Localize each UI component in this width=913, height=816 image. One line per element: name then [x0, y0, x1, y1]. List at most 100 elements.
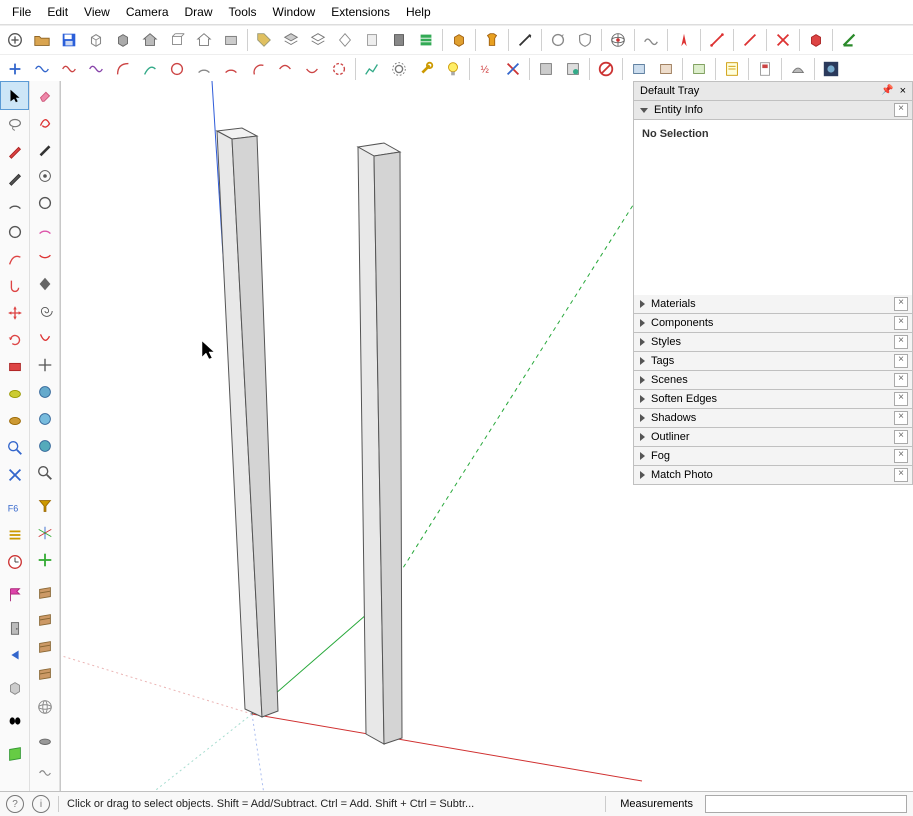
box4-icon[interactable] — [218, 27, 244, 53]
tool-cube-icon[interactable] — [1, 674, 28, 701]
tool-arrows-icon[interactable] — [31, 351, 58, 378]
panel-close-icon[interactable]: × — [894, 335, 908, 349]
panel-materials[interactable]: Materials× — [633, 295, 913, 314]
wave3-icon[interactable] — [83, 56, 109, 82]
circle-icon[interactable] — [164, 56, 190, 82]
tool-zoom2-icon[interactable] — [31, 459, 58, 486]
tool-arc3-icon[interactable] — [31, 243, 58, 270]
panel-scenes[interactable]: Scenes× — [633, 371, 913, 390]
line-red2-icon[interactable] — [737, 27, 763, 53]
tool-blackdots-icon[interactable] — [1, 707, 28, 734]
tool-diamond-icon[interactable] — [31, 270, 58, 297]
tool-wood3-icon[interactable] — [31, 633, 58, 660]
measurements-input[interactable] — [705, 795, 907, 813]
tool-lines-icon[interactable] — [1, 521, 28, 548]
bulb-icon[interactable] — [440, 56, 466, 82]
info-icon[interactable]: i — [32, 795, 50, 813]
box2-icon[interactable] — [110, 27, 136, 53]
add-detail-icon[interactable] — [2, 27, 28, 53]
ext5-icon[interactable] — [686, 56, 712, 82]
menu-extensions[interactable]: Extensions — [323, 3, 398, 21]
eraser-icon[interactable] — [31, 81, 58, 108]
angle-green-icon[interactable] — [836, 27, 862, 53]
menu-view[interactable]: View — [76, 3, 118, 21]
arc6-icon[interactable] — [326, 56, 352, 82]
tool-spiral-icon[interactable] — [31, 297, 58, 324]
layers-icon[interactable] — [278, 27, 304, 53]
shield-icon[interactable] — [572, 27, 598, 53]
panel-close-icon[interactable]: × — [894, 354, 908, 368]
stripes-icon[interactable] — [413, 27, 439, 53]
menu-help[interactable]: Help — [398, 3, 439, 21]
graph-icon[interactable] — [359, 56, 385, 82]
box3-icon[interactable] — [164, 27, 190, 53]
tray-title-bar[interactable]: Default Tray 📌 × — [633, 81, 913, 101]
house-icon[interactable] — [137, 27, 163, 53]
tool-funnel-icon[interactable] — [31, 492, 58, 519]
plus-icon[interactable] — [2, 56, 28, 82]
zx-icon[interactable] — [500, 56, 526, 82]
tool-pencil3-icon[interactable] — [31, 135, 58, 162]
page-icon[interactable] — [752, 56, 778, 82]
panel-outliner[interactable]: Outliner× — [633, 428, 913, 447]
menu-edit[interactable]: Edit — [39, 3, 76, 21]
curve2-icon[interactable] — [137, 56, 163, 82]
panel-close-icon[interactable]: × — [894, 468, 908, 482]
sheet-icon[interactable] — [359, 27, 385, 53]
tool-rect-icon[interactable] — [1, 353, 28, 380]
menu-file[interactable]: File — [4, 3, 39, 21]
tool-flag-icon[interactable] — [1, 581, 28, 608]
arc4-icon[interactable] — [272, 56, 298, 82]
menu-camera[interactable]: Camera — [118, 3, 177, 21]
tool-globe2-icon[interactable] — [31, 405, 58, 432]
layers2-icon[interactable] — [305, 27, 331, 53]
tool-cross-icon[interactable] — [1, 461, 28, 488]
open-icon[interactable] — [29, 27, 55, 53]
tool-wood2-icon[interactable] — [31, 606, 58, 633]
tool-wood4-icon[interactable] — [31, 660, 58, 687]
select-tool-icon[interactable] — [0, 81, 29, 110]
ext2-icon[interactable] — [560, 56, 586, 82]
compass-icon[interactable] — [671, 27, 697, 53]
tool-globe-icon[interactable] — [31, 378, 58, 405]
menu-window[interactable]: Window — [265, 3, 324, 21]
wave2-icon[interactable] — [56, 56, 82, 82]
tool-axes-icon[interactable] — [31, 519, 58, 546]
tool-door-icon[interactable] — [1, 614, 28, 641]
panel-close-icon[interactable]: × — [894, 103, 908, 117]
tool-lasso-icon[interactable] — [1, 110, 28, 137]
tool-move-icon[interactable] — [1, 299, 28, 326]
panel-close-icon[interactable]: × — [894, 373, 908, 387]
tool-wood1-icon[interactable] — [31, 579, 58, 606]
tool-swirl-icon[interactable] — [31, 108, 58, 135]
panel-close-icon[interactable]: × — [894, 449, 908, 463]
tool-circ2-icon[interactable] — [31, 189, 58, 216]
panel-close-icon[interactable]: × — [894, 430, 908, 444]
arc1-icon[interactable] — [191, 56, 217, 82]
tool-zoom-icon[interactable] — [1, 434, 28, 461]
pin-icon[interactable]: 📌 — [881, 82, 893, 100]
tool-swirl2-icon[interactable] — [31, 324, 58, 351]
arc2-icon[interactable] — [218, 56, 244, 82]
menu-tools[interactable]: Tools — [221, 3, 265, 21]
ext3-icon[interactable] — [626, 56, 652, 82]
quill-icon[interactable] — [512, 27, 538, 53]
curve1-icon[interactable] — [110, 56, 136, 82]
cube-red-icon[interactable] — [803, 27, 829, 53]
panel-close-icon[interactable]: × — [894, 316, 908, 330]
ext4-icon[interactable] — [653, 56, 679, 82]
model-viewport[interactable]: Default Tray 📌 × Entity Info × No Select… — [61, 81, 913, 791]
panel-close-icon[interactable]: × — [894, 392, 908, 406]
house2-icon[interactable] — [191, 27, 217, 53]
tool-arc2-icon[interactable] — [31, 216, 58, 243]
diamond-icon[interactable] — [332, 27, 358, 53]
gear-icon[interactable] — [386, 56, 412, 82]
panel-close-icon[interactable]: × — [894, 411, 908, 425]
panel-close-icon[interactable]: × — [894, 297, 908, 311]
globe-icon[interactable] — [605, 27, 631, 53]
panel-shadows[interactable]: Shadows× — [633, 409, 913, 428]
tool-rotate-icon[interactable] — [1, 326, 28, 353]
tool-cap-icon[interactable] — [31, 726, 58, 753]
tshirt-icon[interactable] — [479, 27, 505, 53]
panel-entity-info[interactable]: Entity Info × — [633, 101, 913, 120]
